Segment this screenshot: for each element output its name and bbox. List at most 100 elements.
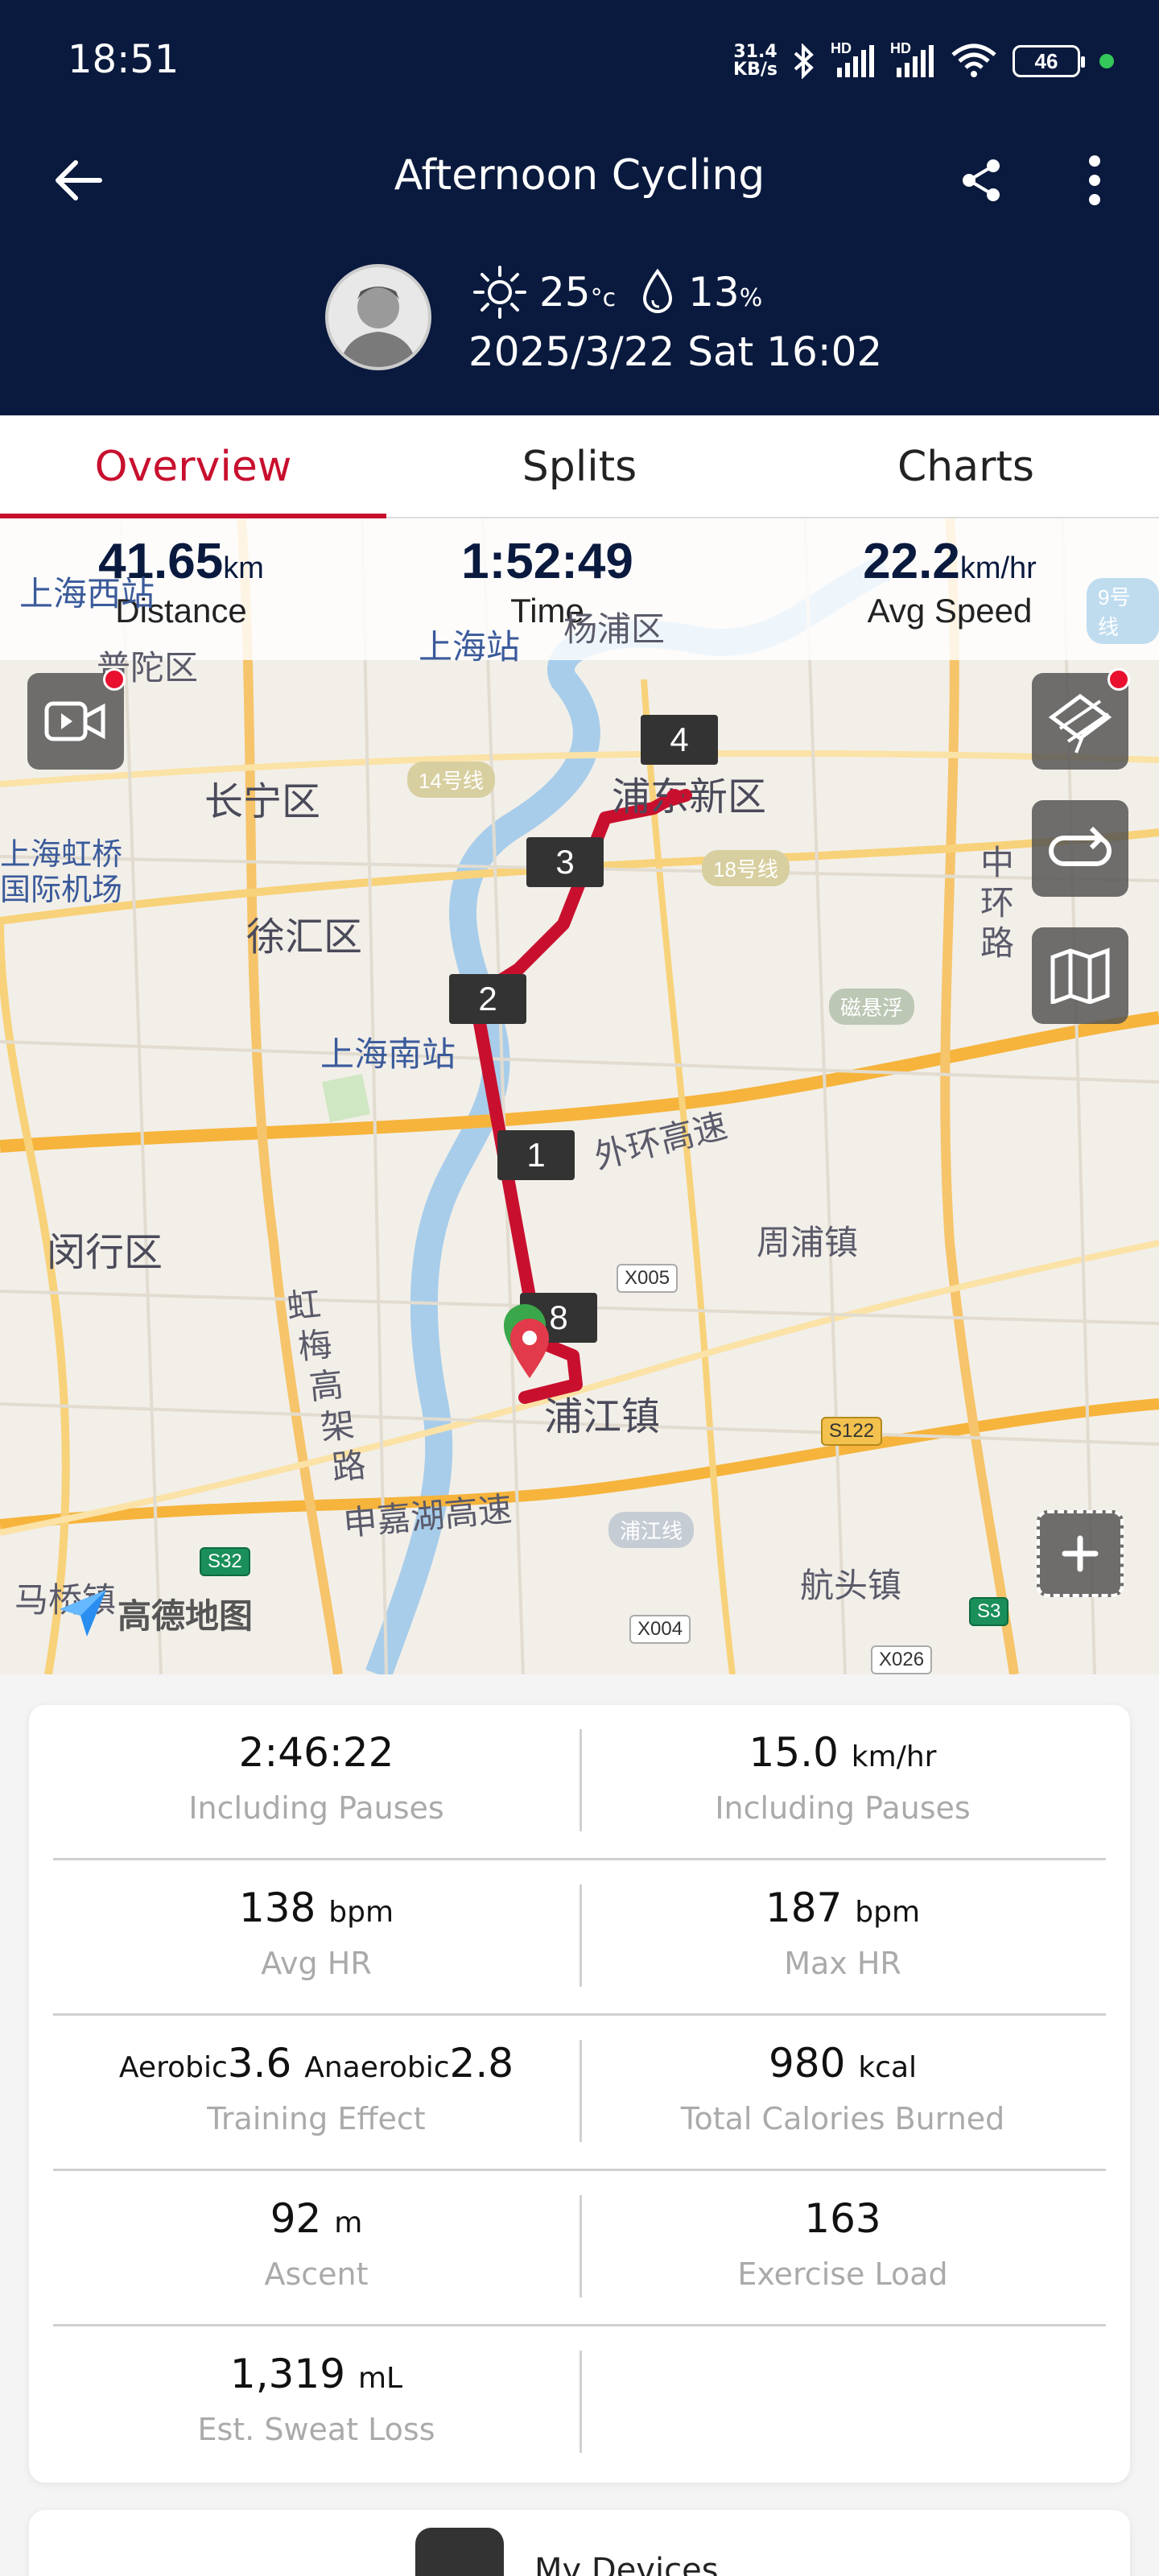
metro-line-badge: 18号线 (702, 850, 790, 886)
split-marker-2[interactable]: 2 (449, 974, 526, 1024)
metro-line-badge: 9号线 (1087, 578, 1159, 644)
signal-icon-1: HD (831, 40, 876, 79)
map-label: 上海南站 (320, 1034, 456, 1074)
map-layer-icon (1048, 693, 1112, 753)
stat-value: 92 (270, 2195, 322, 2242)
map-label: 徐汇区 (246, 914, 363, 960)
devices-label: My Devices (534, 2552, 719, 2576)
more-options-button[interactable] (1070, 148, 1119, 213)
stat-label: Including Pauses (715, 1790, 971, 1826)
map-label: 路 (329, 1444, 368, 1488)
tab-charts[interactable]: Charts (773, 415, 1159, 517)
net-speed: 31.4 KB/s (733, 43, 777, 79)
road-badge: X005 (617, 1264, 678, 1293)
stat-total-time: 2:46:22 Including Pauses (53, 1705, 580, 1860)
status-icons: 31.4 KB/s HD HD 46 (733, 37, 1114, 85)
map-label: 闵行区 (47, 1230, 163, 1275)
wifi-icon (950, 43, 998, 79)
more-vertical-icon (1089, 155, 1100, 205)
stat-value: 15.0 (749, 1729, 839, 1776)
net-speed-value: 31.4 (733, 42, 777, 62)
bluetooth-icon (792, 43, 816, 79)
tab-overview[interactable]: Overview (0, 415, 386, 518)
weather-row: 25°c 13% (472, 266, 762, 319)
stat-unit: kcal (858, 2051, 918, 2084)
amap-logo-icon (60, 1590, 106, 1637)
battery-indicator: 46 (1013, 45, 1085, 77)
map-label: 上海站 (419, 627, 521, 667)
stats-card: 2:46:22 Including Pauses 15.0 km/hr Incl… (29, 1705, 1130, 2483)
signal1-label: HD (831, 40, 852, 56)
avatar[interactable] (325, 264, 431, 370)
header: 18:51 31.4 KB/s HD HD 46 Afternoon Cycli… (0, 0, 1159, 415)
temperature-value: 25 (539, 269, 591, 316)
amap-logo-text: 高德地图 (118, 1596, 254, 1635)
split-marker-4[interactable]: 4 (641, 715, 718, 765)
stat-value: 980 (768, 2040, 846, 2087)
stat-unit: m (334, 2207, 363, 2240)
stat-calories: 980 kcal Total Calories Burned (580, 2016, 1106, 2171)
road-badge: X004 (629, 1615, 691, 1644)
stat-unit: bpm (855, 1896, 921, 1929)
aerobic-value: 3.6 (227, 2040, 292, 2087)
share-button[interactable] (950, 148, 1014, 213)
map-icon (1050, 947, 1110, 1004)
sun-icon (473, 266, 526, 319)
amap-logo: 高德地图 (55, 1585, 253, 1641)
anaerobic-label: Anaerobic (304, 2051, 450, 2084)
signal-icon-2: HD (890, 40, 935, 79)
tab-splits[interactable]: Splits (386, 415, 773, 517)
route-map[interactable]: 41.65km Distance 1:52:49 Time 22.2km/hr … (0, 518, 1159, 1674)
notification-dot (103, 668, 126, 691)
metro-line-badge: 14号线 (407, 762, 495, 798)
loop-icon (1049, 826, 1112, 866)
humidity-value: 13 (688, 269, 740, 316)
status-time: 18:51 (68, 37, 179, 82)
map-label: 杨浦区 (563, 609, 666, 649)
map-label: 长宁区 (204, 779, 321, 824)
temperature: 25°c (539, 269, 616, 316)
time-value: 1:52:49 (461, 534, 633, 589)
stat-value: 2:46:22 (238, 1729, 394, 1776)
stat-label: Est. Sweat Loss (197, 2412, 435, 2447)
speed-unit: km/hr (959, 551, 1037, 585)
stat-label: Avg HR (261, 1946, 372, 1981)
zoom-in-button[interactable] (1037, 1510, 1124, 1597)
stat-training-effect: Aerobic3.6 Anaerobic2.8 Training Effect (53, 2016, 580, 2171)
devices-card[interactable]: My Devices (29, 2510, 1130, 2576)
speed-value: 22.2 (863, 534, 960, 589)
replay-button[interactable] (1032, 800, 1128, 897)
road-badge: S122 (821, 1417, 883, 1446)
stat-unit: km/hr (851, 1740, 937, 1773)
status-bar: 18:51 31.4 KB/s HD HD 46 (0, 0, 1159, 121)
activity-date: 2025/3/22 Sat 16:02 (468, 328, 883, 375)
watch-icon (415, 2528, 504, 2576)
plus-icon (1062, 1535, 1099, 1572)
share-icon (963, 159, 1000, 201)
stat-value: 1,319 (229, 2351, 346, 2397)
user-avatar-icon (340, 287, 417, 367)
stat-value: 138 (238, 1885, 316, 1931)
stat-row: 92 m Ascent 163 Exercise Load (53, 2171, 1106, 2326)
map-view-button[interactable] (1032, 927, 1128, 1024)
speed-label: Avg Speed (867, 592, 1033, 630)
stat-unit: mL (357, 2362, 403, 2395)
temperature-unit: °c (590, 284, 617, 312)
humidity-drop-icon (643, 268, 673, 313)
stat-label: Ascent (264, 2256, 369, 2292)
tab-bar: Overview Splits Charts (0, 415, 1159, 518)
split-marker-1[interactable]: 1 (497, 1130, 575, 1180)
map-label: 航头镇 (800, 1566, 902, 1605)
net-speed-unit: KB/s (733, 60, 777, 80)
stat-row: Aerobic3.6 Anaerobic2.8 Training Effect … (53, 2016, 1106, 2171)
stat-label: Total Calories Burned (680, 2101, 1005, 2136)
nav-row: Afternoon Cycling (0, 137, 1159, 217)
humidity: 13% (688, 269, 762, 316)
anaerobic-value: 2.8 (449, 2040, 514, 2087)
summary-speed: 22.2km/hr Avg Speed (805, 533, 1095, 630)
privacy-dot (1099, 54, 1114, 68)
split-marker-3[interactable]: 3 (526, 837, 604, 887)
road-badge: S3 (969, 1597, 1009, 1626)
stat-empty (580, 2326, 1106, 2482)
humidity-unit: % (739, 284, 763, 312)
